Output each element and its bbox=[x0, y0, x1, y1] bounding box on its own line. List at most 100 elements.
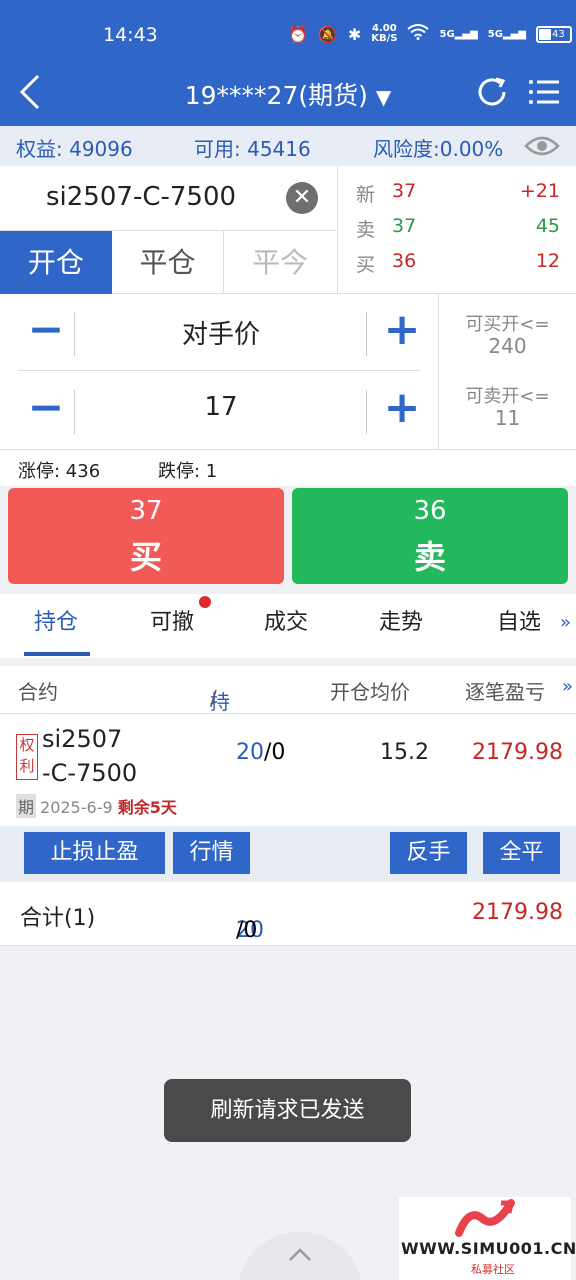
limit-down: 跌停: 1 bbox=[158, 461, 218, 482]
max-open-info: 可买开<= 240 可卖开<= 11 bbox=[438, 294, 576, 450]
max-buy-label: 可买开<= bbox=[465, 314, 550, 335]
buy-price: 37 bbox=[129, 496, 163, 526]
total-avail-value: /0 bbox=[236, 918, 258, 943]
position-pnl: 2179.98 bbox=[472, 740, 563, 765]
position-name-2: -C-7500 bbox=[42, 759, 138, 787]
tab-close-today[interactable]: 平今 bbox=[223, 231, 336, 294]
price-limits: 涨停: 436 跌停: 1 bbox=[0, 450, 576, 486]
chevron-up-icon bbox=[289, 1248, 311, 1261]
alarm-icon: ⏰ bbox=[288, 24, 308, 44]
sell-label: 卖 bbox=[413, 538, 446, 576]
position-avg-price: 15.2 bbox=[380, 740, 429, 765]
clear-icon[interactable]: ✕ bbox=[286, 182, 318, 214]
total-row: 合计(1) 20/0 2179.98 bbox=[0, 882, 576, 946]
net-speed: 4.00 KB/S bbox=[371, 24, 397, 44]
positions-tabs: 持仓 可撤 成交 走势 自选 » bbox=[0, 594, 576, 658]
price-mode[interactable]: 对手价 bbox=[78, 314, 364, 351]
max-buy-value: 240 bbox=[488, 334, 527, 358]
net-speed-unit: KB/S bbox=[371, 33, 398, 44]
tab-open[interactable]: 开仓 bbox=[0, 231, 112, 294]
signal-icon: 5G▂▄▆ bbox=[439, 28, 478, 40]
price-plus-button[interactable]: + bbox=[374, 294, 430, 370]
position-actions: 止损止盈 行情 反手 全平 bbox=[0, 826, 576, 882]
positions-header: 合约 持仓/可用 开仓均价 逐笔盈亏 » bbox=[0, 666, 576, 767]
close-all-button[interactable]: 全平 bbox=[483, 832, 560, 874]
tab-positions[interactable]: 持仓 bbox=[34, 604, 78, 636]
market-button[interactable]: 行情 bbox=[173, 832, 250, 874]
col-pnl[interactable]: 逐笔盈亏 bbox=[465, 676, 545, 705]
qty-plus-button[interactable]: + bbox=[374, 372, 430, 448]
watermark-text: WWW.SIMU001.CN bbox=[401, 1239, 576, 1258]
toast-message: 刷新请求已发送 bbox=[164, 1079, 411, 1142]
tab-close[interactable]: 平仓 bbox=[112, 231, 224, 294]
title-bar: 19****27(期货) ▼ bbox=[0, 72, 576, 126]
quote-panel: 新 37 +21 卖 37 45 买 36 12 bbox=[338, 166, 576, 294]
available-value: 可用: 45416 bbox=[194, 137, 311, 161]
dropdown-triangle-icon: ▼ bbox=[375, 85, 392, 109]
position-expiry: 期 2025-6-9 剩余5天 bbox=[16, 794, 177, 818]
battery-icon: 43 bbox=[535, 25, 572, 43]
account-title: 19****27(期货) bbox=[184, 81, 368, 110]
quantity-input[interactable]: 17 bbox=[78, 392, 364, 422]
max-sell-value: 11 bbox=[494, 406, 521, 430]
status-icons: ⏰ 🔕 ✱ 4.00 KB/S 5G▂▄▆ 5G▂▄▆ 43 bbox=[288, 24, 572, 44]
reverse-button[interactable]: 反手 bbox=[390, 832, 467, 874]
equity-value: 权益: 49096 bbox=[16, 137, 133, 161]
watermark-logo: WWW.SIMU001.CN 私募社区 bbox=[399, 1197, 576, 1280]
active-tab-underline bbox=[24, 652, 90, 656]
tab-trend[interactable]: 走势 bbox=[379, 604, 423, 636]
price-minus-button[interactable]: − bbox=[18, 294, 74, 370]
more-columns-icon[interactable]: » bbox=[562, 676, 573, 697]
stop-loss-button[interactable]: 止损止盈 bbox=[24, 832, 165, 874]
bluetooth-icon: ✱ bbox=[347, 24, 362, 44]
table-row[interactable]: 权利 si2507 -C-7500 20/0 15.2 2179.98 期 202… bbox=[0, 714, 576, 826]
watermark-subtext: 私募社区 bbox=[471, 1263, 515, 1276]
price-stepper: − 对手价 + bbox=[18, 294, 420, 370]
menu-list-icon[interactable] bbox=[526, 74, 562, 110]
order-entry: − 对手价 + − 17 + 可买开<= 240 可卖开<= 11 bbox=[0, 294, 576, 450]
quote-ask: 卖 37 45 bbox=[356, 215, 560, 245]
buy-button[interactable]: 37 买 bbox=[8, 488, 284, 584]
qty-minus-button[interactable]: − bbox=[18, 372, 74, 448]
sell-button[interactable]: 36 卖 bbox=[292, 488, 568, 584]
logo-icon bbox=[455, 1199, 515, 1237]
quote-bid-volume: 12 bbox=[535, 250, 560, 272]
quote-last-label: 新 bbox=[356, 184, 376, 206]
contract-panel: si2507-C-7500 ✕ 开仓 平仓 平今 新 37 +21 卖 37 4… bbox=[0, 166, 576, 294]
account-summary: 权益: 49096 可用: 45416 风险度:0.00% bbox=[0, 126, 576, 166]
max-sell-label: 可卖开<= bbox=[465, 386, 550, 407]
total-pnl: 2179.98 bbox=[472, 900, 563, 925]
position-qty-value: 20 bbox=[236, 740, 264, 765]
tab-trades[interactable]: 成交 bbox=[264, 604, 308, 636]
status-time: 14:43 bbox=[103, 24, 158, 46]
quote-last: 新 37 +21 bbox=[356, 180, 560, 210]
expiry-tag: 期 bbox=[16, 794, 37, 818]
bottom-sheet-handle[interactable] bbox=[238, 1232, 362, 1280]
buy-label: 买 bbox=[129, 538, 162, 576]
quote-last-change: +21 bbox=[519, 180, 560, 202]
tab-cancelable[interactable]: 可撤 bbox=[150, 604, 194, 636]
open-close-tabs: 开仓 平仓 平今 bbox=[0, 231, 336, 294]
quote-bid-price: 36 bbox=[392, 250, 417, 272]
quote-bid: 买 36 12 bbox=[356, 250, 560, 280]
total-label: 合计(1) bbox=[20, 906, 96, 931]
wifi-icon bbox=[407, 24, 430, 44]
limit-up: 涨停: 436 bbox=[18, 461, 101, 482]
col-avg-price[interactable]: 开仓均价 bbox=[330, 676, 410, 705]
quote-ask-label: 卖 bbox=[356, 219, 376, 241]
quote-bid-label: 买 bbox=[356, 254, 376, 276]
tab-watchlist[interactable]: 自选 bbox=[497, 604, 541, 636]
expiry-remaining: 剩余5天 bbox=[117, 798, 177, 817]
position-contract: si2507 -C-7500 bbox=[42, 722, 137, 790]
notification-dot bbox=[199, 596, 211, 608]
contract-input[interactable]: si2507-C-7500 bbox=[46, 182, 236, 212]
mute-icon: 🔕 bbox=[317, 24, 338, 44]
position-avail-value: /0 bbox=[264, 740, 286, 765]
more-tabs-icon[interactable]: » bbox=[560, 612, 571, 633]
quote-ask-volume: 45 bbox=[535, 215, 560, 237]
eye-icon[interactable] bbox=[524, 132, 560, 160]
trading-screen: 14:43 ⏰ 🔕 ✱ 4.00 KB/S 5G▂▄▆ 5G▂▄▆ 43 19*… bbox=[0, 0, 576, 1280]
refresh-icon[interactable] bbox=[474, 74, 510, 110]
signal-icon-2: 5G▂▄▆ bbox=[487, 28, 526, 40]
col-contract: 合约 bbox=[18, 680, 58, 704]
